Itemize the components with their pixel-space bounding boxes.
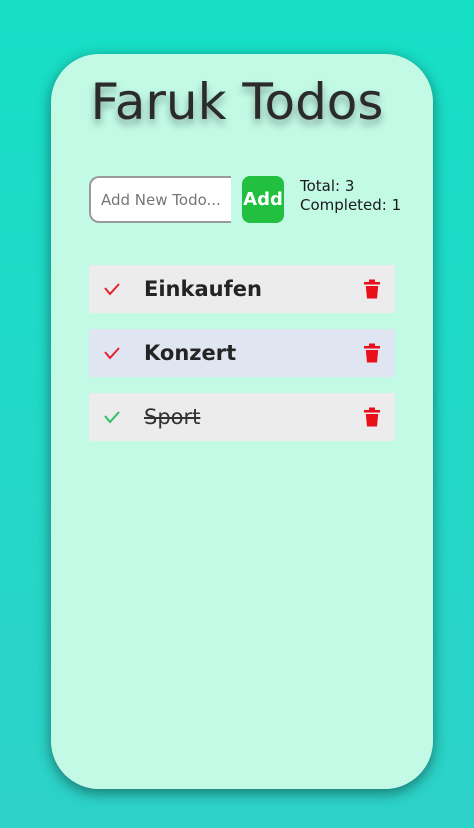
todo-item: Einkaufen — [89, 265, 395, 313]
todo-item: Sport — [89, 393, 395, 441]
trash-icon[interactable] — [364, 407, 380, 427]
todo-text: Konzert — [144, 341, 237, 365]
todo-text: Sport — [144, 405, 201, 429]
todo-item: Konzert — [89, 329, 395, 377]
total-count: Total: 3 — [300, 177, 355, 195]
todo-text: Einkaufen — [144, 277, 262, 301]
todo-list: Einkaufen Konzert Sport — [89, 265, 395, 457]
check-icon[interactable] — [103, 343, 121, 363]
todo-stats: Total: 3 Completed: 1 — [300, 177, 410, 215]
trash-icon[interactable] — [364, 343, 380, 363]
check-icon[interactable] — [103, 407, 121, 427]
new-todo-input[interactable] — [89, 176, 231, 223]
completed-count: Completed: 1 — [300, 196, 402, 214]
check-icon[interactable] — [103, 279, 121, 299]
add-button[interactable]: Add — [242, 176, 284, 223]
trash-icon[interactable] — [364, 279, 380, 299]
app-title: Faruk Todos — [90, 73, 384, 131]
